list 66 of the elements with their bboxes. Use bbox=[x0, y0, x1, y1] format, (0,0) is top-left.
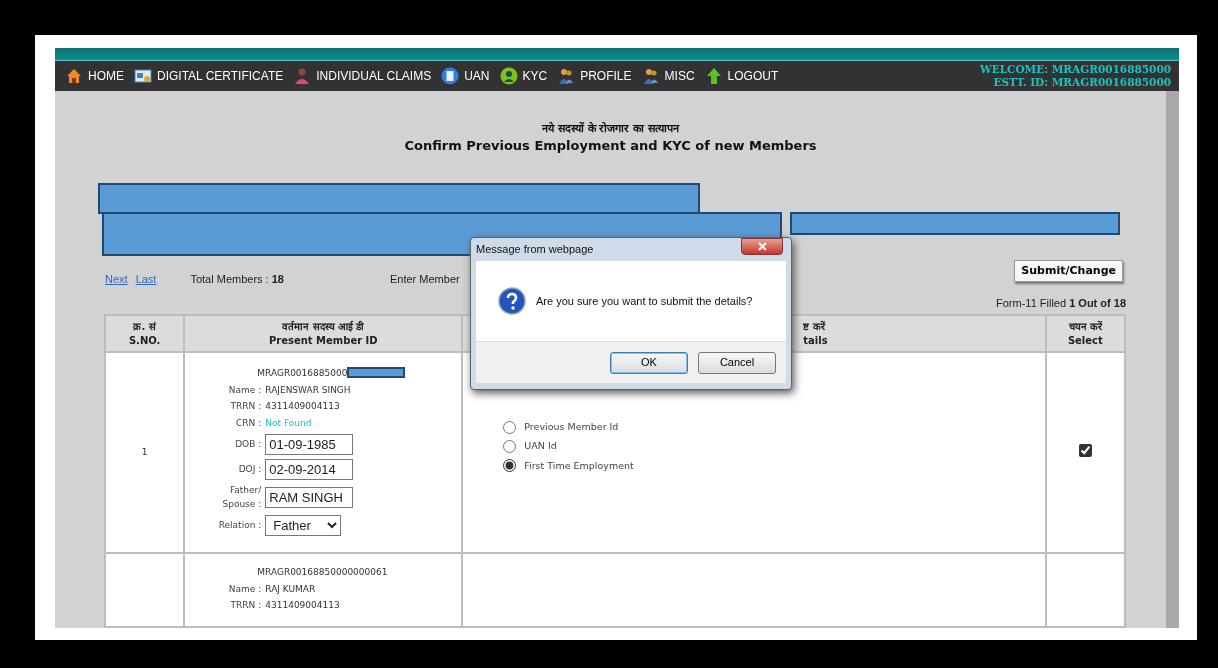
column-header: वर्तमान सदस्य आई डी Present Member ID bbox=[267, 319, 379, 348]
column-header: क्र. सं S.NO. bbox=[127, 319, 162, 348]
select-checkbox[interactable] bbox=[1078, 443, 1092, 457]
nav-link[interactable]: KYC bbox=[499, 67, 548, 86]
field-value: 4311409004113 bbox=[265, 599, 340, 612]
house-icon bbox=[65, 67, 83, 86]
submit-button[interactable]: Submit/Change bbox=[1014, 259, 1123, 282]
welcome-text: WELCOME: MRAGR0016885000 bbox=[979, 63, 1171, 77]
field-label: Name : bbox=[228, 582, 262, 596]
close-icon bbox=[757, 242, 767, 251]
close-button[interactable] bbox=[741, 238, 783, 255]
dialog-button[interactable]: OK bbox=[610, 351, 688, 374]
field-label: Relation : bbox=[218, 518, 262, 532]
serial-number: 1 bbox=[141, 446, 148, 457]
input-field[interactable]: RAM SINGH bbox=[265, 487, 354, 508]
field-label: Name : bbox=[228, 383, 262, 397]
nav-link[interactable]: UAN bbox=[441, 67, 490, 86]
input-field[interactable]: 01-09-1985 bbox=[265, 434, 354, 455]
nav-link[interactable]: HOME bbox=[65, 67, 124, 86]
field-value: RAJ KUMAR bbox=[265, 582, 316, 596]
radio-button[interactable] bbox=[503, 459, 517, 473]
page-heading: नये सदस्यों के रोजगार का सत्यापन bbox=[540, 121, 681, 137]
radio-button[interactable] bbox=[503, 439, 517, 453]
field-label: CRN : bbox=[236, 416, 262, 430]
up-arrow-icon bbox=[704, 67, 723, 86]
nav-link[interactable]: INDIVIDUAL CLAIMS bbox=[293, 67, 432, 86]
nav-link[interactable]: DIGITAL CERTIFICATE bbox=[134, 67, 284, 86]
column-header: चयन करें Select bbox=[1066, 319, 1104, 348]
member-id: MRAGR00168850000000061 bbox=[257, 566, 388, 579]
welcome-text: ESTT. ID: MRAGR0016885000 bbox=[992, 76, 1171, 90]
member-id: MRAGR0016885000 bbox=[257, 367, 348, 380]
relation-dropdown[interactable]: Father bbox=[265, 515, 342, 536]
page-heading: Confirm Previous Employment and KYC of new Members bbox=[403, 136, 818, 155]
pager-link[interactable]: Last bbox=[135, 270, 157, 287]
field-label: TRRN : bbox=[230, 599, 262, 612]
dialog-button[interactable]: Cancel bbox=[698, 351, 776, 374]
dialog-message: Are you sure you want to submit the details? bbox=[536, 293, 753, 309]
question-icon bbox=[498, 287, 526, 315]
option-label: First Time Employment bbox=[524, 458, 634, 473]
column-header: ष्ट करें tails bbox=[803, 319, 829, 348]
pager-link[interactable]: Next bbox=[105, 270, 128, 287]
certificate-icon bbox=[134, 67, 152, 86]
radio-button[interactable] bbox=[503, 420, 517, 434]
search-label: Enter Member bbox=[390, 271, 460, 287]
option-label: UAN Id bbox=[524, 439, 557, 454]
person-icon bbox=[293, 67, 312, 86]
field-label: DOJ : bbox=[238, 462, 262, 476]
input-field[interactable]: 02-09-2014 bbox=[265, 459, 354, 480]
scrollbar[interactable] bbox=[1166, 91, 1179, 628]
document-icon bbox=[441, 67, 460, 86]
field-label: TRRN : bbox=[230, 400, 262, 413]
total-members: Total Members : 18 bbox=[190, 271, 284, 287]
people-icon bbox=[641, 67, 660, 86]
dialog-title: Message from webpage bbox=[476, 242, 595, 258]
field-value: 4311409004113 bbox=[265, 400, 340, 413]
form-status: Form-11 Filled 1 Out of 18 bbox=[996, 297, 1126, 309]
field-value: RAJENSWAR SINGH bbox=[265, 383, 351, 397]
nav-link[interactable]: PROFILE bbox=[557, 67, 632, 86]
person-icon bbox=[499, 67, 518, 86]
field-label: Father/ Spouse : bbox=[221, 484, 262, 511]
people-icon bbox=[557, 67, 576, 86]
option-label: Previous Member Id bbox=[524, 420, 619, 434]
status-text: Not Found bbox=[265, 416, 312, 430]
nav-link[interactable]: MISC bbox=[641, 67, 695, 86]
nav-link[interactable]: LOGOUT bbox=[704, 67, 779, 86]
field-label: DOB : bbox=[235, 437, 262, 451]
